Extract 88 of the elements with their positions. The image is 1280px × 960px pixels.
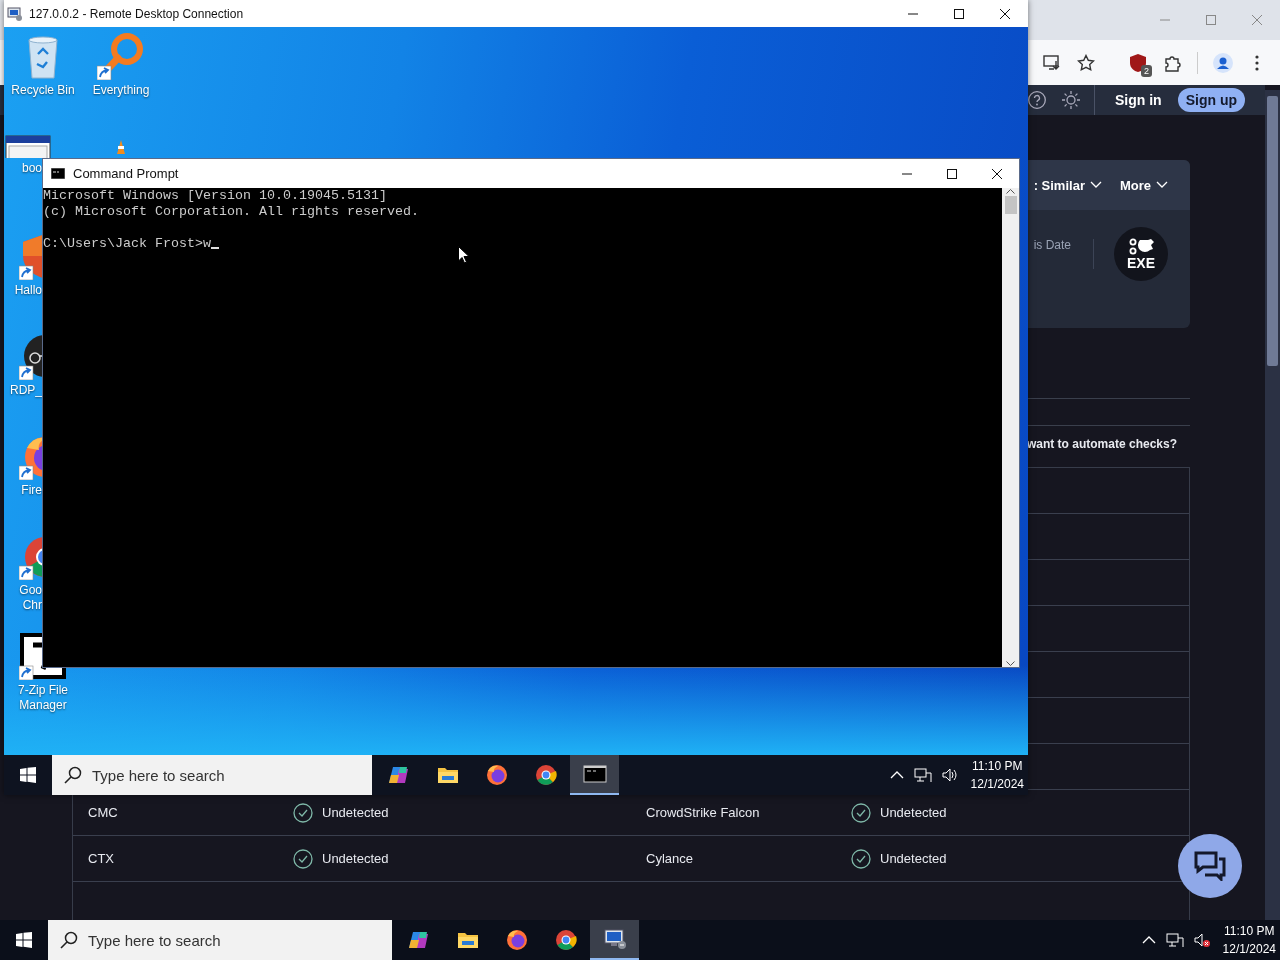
- network-icon: [913, 767, 932, 783]
- chevron-up-icon: [889, 770, 904, 780]
- check-circle-icon: [293, 802, 313, 823]
- gears-icon: [1127, 238, 1155, 256]
- desktop-icon-label: Goo Chr: [18, 583, 42, 613]
- command-line: C:\Users\Jack Frost>w: [43, 236, 211, 252]
- network-button[interactable]: [911, 765, 934, 785]
- field-label: is Date: [1033, 238, 1071, 252]
- theme-button[interactable]: [1059, 88, 1083, 112]
- desktop-icon-label: Everything: [91, 83, 151, 98]
- verdict-text: Undetected: [880, 851, 947, 866]
- star-icon: [1077, 53, 1095, 72]
- engine-name: CrowdStrike Falcon: [645, 805, 761, 820]
- maximize-icon: [1206, 15, 1216, 25]
- engine-name: CTX: [87, 851, 115, 866]
- verdict-text: Undetected: [322, 805, 389, 820]
- maximize-icon: [946, 168, 957, 179]
- text-cursor: [210, 247, 219, 249]
- desktop-icon-label: 7-Zip File Manager: [17, 683, 69, 713]
- network-button[interactable]: [1163, 930, 1186, 950]
- chrome-icon: [553, 928, 578, 952]
- chevron-down-icon: [1089, 181, 1102, 189]
- search-field[interactable]: Type here to search: [48, 920, 392, 960]
- sign-in-button[interactable]: Sign in: [1115, 88, 1162, 112]
- check-circle-icon: [293, 848, 313, 869]
- maximize-icon: [954, 8, 964, 19]
- muted-speaker-icon: [1193, 932, 1211, 948]
- engine-name: CMC: [87, 805, 119, 820]
- automate-prompt: want to automate checks?: [1026, 436, 1177, 453]
- console-output-line: (c) Microsoft Corporation. All rights reserved.: [43, 204, 419, 220]
- verdict-text: Undetected: [322, 851, 389, 866]
- console-icon: [51, 168, 65, 179]
- firefox-icon: [504, 928, 529, 952]
- search-field[interactable]: Type here to search: [52, 755, 372, 795]
- windows-logo-icon: [20, 767, 36, 783]
- chat-icon: [1194, 851, 1226, 881]
- engine-name: Cylance: [645, 851, 694, 866]
- close-icon: [1252, 15, 1262, 25]
- window-icon[interactable]: [4, 132, 52, 158]
- scroll-thumb[interactable]: [1267, 96, 1278, 366]
- puzzle-icon: [1163, 53, 1181, 72]
- firefox-icon: [484, 763, 509, 787]
- scrollbar[interactable]: [1265, 90, 1280, 920]
- verdict-text: Undetected: [880, 805, 947, 820]
- desktop-icon-label: Hallo: [13, 283, 42, 298]
- scrollbar[interactable]: [1002, 188, 1019, 667]
- console-area[interactable]: Microsoft Windows [Version 10.0.19045.5131] (c) Microsoft Corporation. All rights reserved. C:\Users\Jack Frost>w: [43, 188, 1019, 667]
- desktop-icon-label: RDP_: [9, 383, 42, 398]
- console-output-line: Microsoft Windows [Version 10.0.19045.5131]: [43, 188, 387, 204]
- chrome-icon: [533, 763, 558, 787]
- desktop-icon-label: boo: [20, 161, 42, 176]
- check-circle-icon: [851, 802, 871, 823]
- menu-icon: [1255, 54, 1259, 71]
- close-icon: [991, 168, 1002, 179]
- clock[interactable]: 11:10 PM 12/1/2024: [1218, 922, 1280, 958]
- window-title: Command Prompt: [73, 166, 180, 181]
- window-title: 127.0.0.2 - Remote Desktop Connection: [29, 6, 245, 21]
- desktop-icon-label: Recycle Bin: [10, 83, 76, 98]
- sun-icon: [1061, 90, 1081, 110]
- magnifier-icon[interactable]: [97, 32, 145, 80]
- extension-button[interactable]: 2: [1121, 45, 1155, 80]
- sign-up-button[interactable]: Sign up: [1177, 88, 1245, 112]
- search-icon: [60, 931, 78, 949]
- remote-desktop-icon: [602, 927, 627, 951]
- search-icon: [64, 766, 82, 784]
- taskbar-app-button[interactable]: [570, 755, 619, 795]
- shield-extension-icon[interactable]: [1128, 52, 1148, 73]
- file-type-badge: EXE: [1114, 227, 1168, 281]
- chevron-up-icon: [1141, 935, 1156, 945]
- help-icon: [1028, 91, 1046, 109]
- mouse-pointer-icon: [458, 246, 470, 264]
- close-icon: [1000, 8, 1010, 19]
- remote-desktop-icon: [7, 5, 23, 22]
- dropdown-menu-button[interactable]: More: [1119, 177, 1168, 193]
- help-button[interactable]: [1026, 89, 1048, 111]
- network-icon: [1165, 932, 1184, 948]
- terminal-icon: [582, 762, 607, 786]
- desktop-icon-label: Fire: [20, 483, 42, 498]
- chevron-down-icon: [1156, 181, 1168, 189]
- windows-logo-icon: [16, 932, 32, 948]
- monitor-download-icon: [1043, 53, 1061, 72]
- check-circle-icon: [851, 848, 871, 869]
- speaker-icon: [941, 767, 959, 783]
- scroll-thumb[interactable]: [1004, 196, 1017, 214]
- taskbar-app-button[interactable]: [590, 920, 639, 960]
- dropdown-menu-button[interactable]: : Similar: [1033, 177, 1102, 193]
- clock[interactable]: 11:10 PM 12/1/2024: [966, 757, 1028, 793]
- person-icon: [1213, 52, 1233, 73]
